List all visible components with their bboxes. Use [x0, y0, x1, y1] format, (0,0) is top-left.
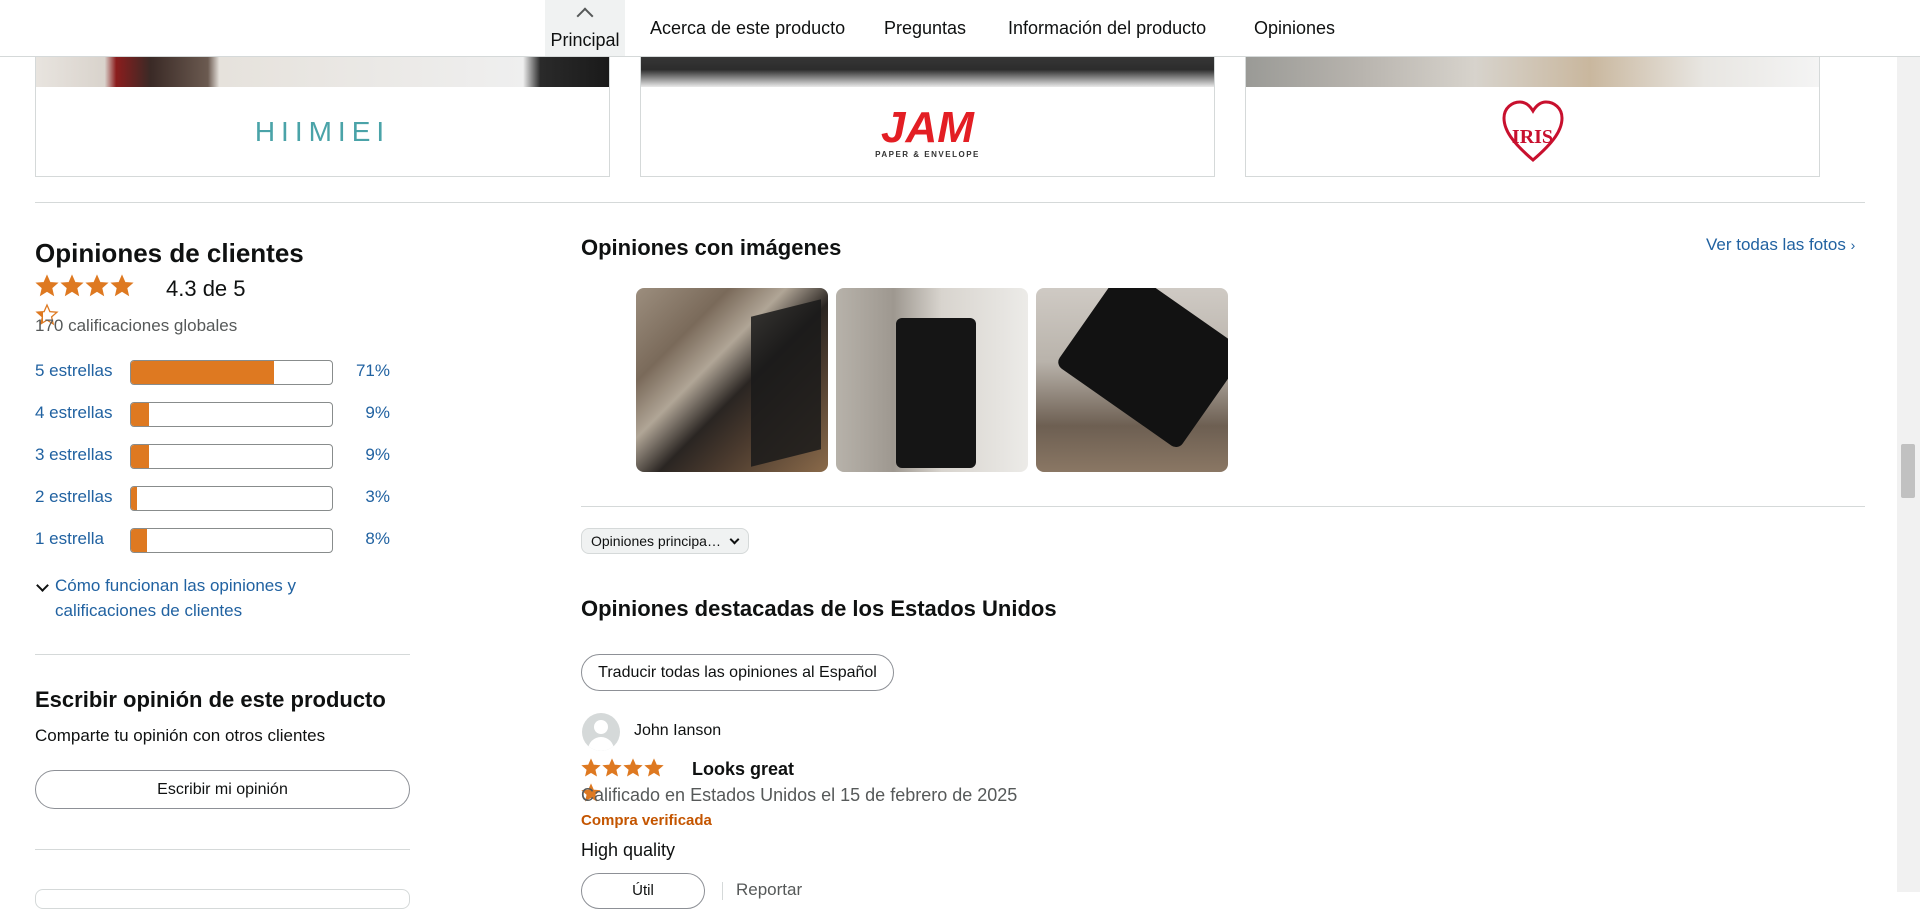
- nav-tab-preguntas[interactable]: Preguntas: [884, 0, 966, 56]
- write-review-title: Escribir opinión de este producto: [35, 687, 386, 712]
- histogram-percent[interactable]: 9%: [365, 403, 390, 423]
- brand-logo: IRIS: [1246, 87, 1819, 176]
- star-icon: [644, 758, 664, 777]
- histogram-label[interactable]: 5 estrellas: [35, 361, 112, 381]
- histogram-bar-fill: [131, 529, 148, 552]
- scrollbar-thumb[interactable]: [1901, 444, 1915, 498]
- average-rating-stars: [35, 274, 155, 326]
- review-headline[interactable]: Looks great: [692, 759, 794, 780]
- avatar-head: [594, 720, 608, 734]
- write-review-button[interactable]: Escribir mi opinión: [35, 770, 410, 809]
- review-meta: Calificado en Estados Unidos el 15 de fe…: [581, 785, 1018, 805]
- divider: [581, 506, 1865, 507]
- brand-logo: HIIMIEI: [254, 116, 391, 147]
- chevron-down-icon: [729, 534, 740, 545]
- brand-logo: JAM PAPER & ENVELOPE: [875, 102, 980, 159]
- divider: [35, 849, 410, 850]
- histogram-percent[interactable]: 9%: [365, 445, 390, 465]
- histogram-label[interactable]: 2 estrellas: [35, 487, 112, 507]
- histogram-bar[interactable]: [130, 444, 333, 469]
- reviews-summary-title: Opiniones de clientes: [35, 238, 304, 268]
- thumb-shape: [896, 318, 976, 468]
- star-icon: [110, 274, 134, 297]
- star-icon: [35, 274, 59, 297]
- nav-tab-informacion[interactable]: Información del producto: [1008, 0, 1206, 56]
- histogram-bar-fill: [131, 403, 150, 426]
- histogram-label[interactable]: 4 estrellas: [35, 403, 112, 423]
- histogram-bar[interactable]: [130, 528, 333, 553]
- histogram-bar[interactable]: [130, 486, 333, 511]
- nav-tab-acerca[interactable]: Acerca de este producto: [650, 0, 845, 56]
- divider: [35, 202, 1865, 203]
- histogram-bar[interactable]: [130, 402, 333, 427]
- global-ratings-count: 170 calificaciones globales: [35, 316, 238, 335]
- histogram-row[interactable]: 1 estrella 8%: [35, 527, 390, 553]
- histogram-bar-fill: [131, 487, 138, 510]
- histogram-percent[interactable]: 3%: [365, 487, 390, 507]
- chevron-up-icon: [576, 7, 594, 25]
- star-icon: [60, 274, 84, 297]
- product-section-nav: Principal Acerca de este producto Pregun…: [0, 0, 1920, 57]
- nav-tab-opiniones[interactable]: Opiniones: [1254, 0, 1335, 56]
- avatar-body: [588, 737, 614, 751]
- review-action-separator: [722, 882, 723, 900]
- chevron-down-icon: [36, 579, 49, 592]
- histogram-label[interactable]: 1 estrella: [35, 529, 104, 549]
- review-image-thumbnail[interactable]: [1036, 288, 1228, 472]
- histogram-bar-fill: [131, 445, 150, 468]
- verified-purchase-badge: Compra verificada: [581, 812, 712, 829]
- average-rating-text: 4.3 de 5: [166, 276, 246, 301]
- histogram-label[interactable]: 3 estrellas: [35, 445, 112, 465]
- histogram-percent[interactable]: 71%: [356, 361, 390, 381]
- write-review-subtitle: Comparte tu opinión con otros clientes: [35, 726, 326, 745]
- thumb-shape: [751, 299, 821, 467]
- star-icon: [602, 758, 622, 777]
- page-scrollbar[interactable]: [1897, 0, 1920, 892]
- see-all-photos-link[interactable]: Ver todas las fotos ›: [1706, 235, 1855, 255]
- review-image-thumbnail[interactable]: [836, 288, 1028, 472]
- images-section-title: Opiniones con imágenes: [581, 235, 842, 260]
- star-icon: [623, 758, 643, 777]
- review-rating-stars: [581, 758, 681, 802]
- avatar: [582, 713, 620, 751]
- thumb-shape: [1055, 288, 1228, 451]
- histogram-percent[interactable]: 8%: [365, 529, 390, 549]
- chevron-right-icon: ›: [1850, 237, 1856, 253]
- histogram-row[interactable]: 2 estrellas 3%: [35, 485, 390, 511]
- review-author[interactable]: John Ianson: [634, 722, 721, 740]
- review-body: High quality: [581, 840, 676, 860]
- how-reviews-work-link[interactable]: Cómo funcionan las opiniones y calificac…: [55, 573, 345, 623]
- helpful-button[interactable]: Útil: [581, 873, 705, 909]
- histogram-row[interactable]: 4 estrellas 9%: [35, 401, 390, 427]
- nav-tab-principal[interactable]: Principal: [545, 0, 625, 56]
- histogram-row[interactable]: 5 estrellas 71%: [35, 359, 390, 385]
- histogram-bar-fill: [131, 361, 274, 384]
- featured-reviews-title: Opiniones destacadas de los Estados Unid…: [581, 596, 1057, 621]
- review-image-thumbnail[interactable]: [636, 288, 828, 472]
- sort-dropdown[interactable]: Opiniones principa…: [581, 528, 749, 554]
- star-icon: [581, 758, 601, 777]
- star-icon: [85, 274, 109, 297]
- translate-reviews-button[interactable]: Traducir todas las opiniones al Español: [581, 654, 894, 691]
- divider: [35, 654, 410, 655]
- histogram-row[interactable]: 3 estrellas 9%: [35, 443, 390, 469]
- next-section-box: [35, 889, 410, 909]
- histogram-bar[interactable]: [130, 360, 333, 385]
- report-link[interactable]: Reportar: [736, 880, 802, 900]
